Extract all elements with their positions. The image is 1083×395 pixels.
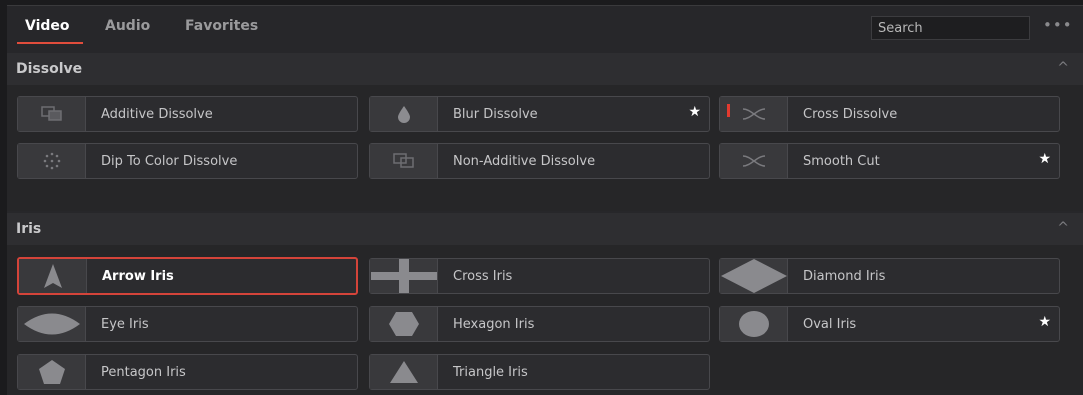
diamond-iris-icon (720, 259, 788, 293)
tile-label: Cross Dissolve (803, 107, 898, 122)
collapse-caret-icon[interactable]: ^ (1057, 220, 1069, 236)
dots-circle-icon (18, 144, 86, 178)
transition-tile-smooth-cut[interactable]: Smooth Cut ★ (719, 143, 1060, 179)
favorite-star-icon[interactable]: ★ (1038, 151, 1051, 167)
non-additive-dissolve-icon (370, 144, 438, 178)
transition-tile-hexagon-iris[interactable]: Hexagon Iris (369, 306, 710, 342)
tile-label: Hexagon Iris (453, 317, 535, 332)
active-tab-indicator (17, 42, 83, 44)
transition-tile-additive-dissolve[interactable]: Additive Dissolve (17, 96, 358, 132)
tab-bar: Video Audio Favorites Search ••• (7, 6, 1083, 48)
transition-tile-cross-dissolve[interactable]: Cross Dissolve (719, 96, 1060, 132)
triangle-iris-icon (370, 355, 438, 389)
tile-label: Oval Iris (803, 317, 857, 332)
transition-tile-blur-dissolve[interactable]: Blur Dissolve ★ (369, 96, 710, 132)
marker-flag (727, 104, 730, 117)
iris-list: Arrow Iris Cross Iris Diamond Iris Eye I… (7, 245, 1083, 395)
transition-tile-cross-iris[interactable]: Cross Iris (369, 258, 710, 294)
tile-label: Arrow Iris (102, 269, 174, 284)
hexagon-iris-icon (370, 307, 438, 341)
section-header-iris[interactable]: Iris ^ (7, 213, 1083, 245)
section-title: Dissolve (16, 61, 83, 77)
tile-label: Non-Additive Dissolve (453, 154, 596, 169)
tile-label: Cross Iris (453, 269, 513, 284)
arrow-iris-icon (19, 259, 87, 293)
transition-tile-dip-to-color-dissolve[interactable]: Dip To Color Dissolve (17, 143, 358, 179)
tile-label: Triangle Iris (453, 365, 528, 380)
additive-dissolve-icon (18, 97, 86, 131)
transition-tile-arrow-iris[interactable]: Arrow Iris (17, 257, 358, 295)
tile-label: Dip To Color Dissolve (101, 154, 238, 169)
tile-label: Eye Iris (101, 317, 149, 332)
favorite-star-icon[interactable]: ★ (688, 104, 701, 120)
transition-tile-pentagon-iris[interactable]: Pentagon Iris (17, 354, 358, 390)
tile-label: Additive Dissolve (101, 107, 213, 122)
smooth-cut-icon (720, 144, 788, 178)
oval-iris-icon (720, 307, 788, 341)
dissolve-list: Additive Dissolve Blur Dissolve ★ Cross … (7, 85, 1083, 211)
effects-panel: Video Audio Favorites Search ••• Dissolv… (7, 5, 1083, 395)
transition-tile-diamond-iris[interactable]: Diamond Iris (719, 258, 1060, 294)
tab-audio[interactable]: Audio (105, 18, 150, 34)
tile-label: Pentagon Iris (101, 365, 186, 380)
droplet-icon (370, 97, 438, 131)
tile-label: Diamond Iris (803, 269, 886, 284)
cross-iris-icon (370, 259, 438, 293)
more-options-icon[interactable]: ••• (1043, 16, 1073, 34)
tab-favorites[interactable]: Favorites (185, 18, 258, 34)
tab-video[interactable]: Video (25, 18, 70, 34)
search-input[interactable]: Search (871, 16, 1030, 40)
transition-tile-non-additive-dissolve[interactable]: Non-Additive Dissolve (369, 143, 710, 179)
section-title: Iris (16, 221, 42, 237)
transition-tile-eye-iris[interactable]: Eye Iris (17, 306, 358, 342)
cross-dissolve-icon (720, 97, 788, 131)
transition-tile-triangle-iris[interactable]: Triangle Iris (369, 354, 710, 390)
eye-iris-icon (18, 307, 86, 341)
collapse-caret-icon[interactable]: ^ (1057, 60, 1069, 76)
section-header-dissolve[interactable]: Dissolve ^ (7, 53, 1083, 85)
transition-tile-oval-iris[interactable]: Oval Iris ★ (719, 306, 1060, 342)
tile-label: Blur Dissolve (453, 107, 538, 122)
favorite-star-icon[interactable]: ★ (1038, 314, 1051, 330)
tile-label: Smooth Cut (803, 154, 880, 169)
pentagon-iris-icon (18, 355, 86, 389)
